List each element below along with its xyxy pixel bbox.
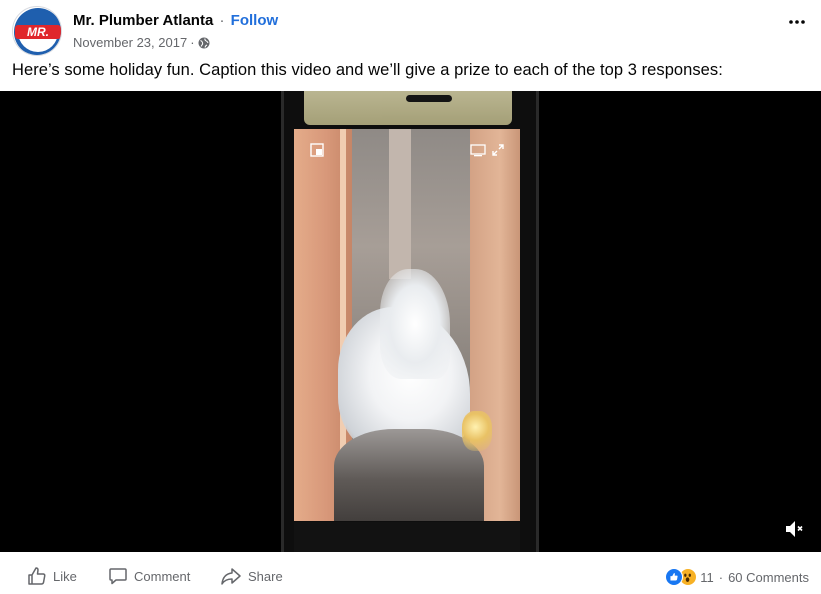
reaction-count[interactable]: 11 <box>700 570 714 585</box>
share-icon <box>221 568 241 585</box>
svg-text:MR.: MR. <box>27 25 49 39</box>
phone-bottom-bezel <box>294 522 520 552</box>
scene-wall <box>389 129 411 279</box>
post-header: MR. Mr. Plumber Atlanta · Follow Novembe… <box>0 0 821 60</box>
post-date[interactable]: November 23, 2017 <box>73 35 187 50</box>
pip-icon <box>310 143 324 157</box>
comment-icon <box>109 568 127 585</box>
scene-door-knob <box>462 411 492 451</box>
name-separator: · <box>219 12 225 29</box>
page-name-line: Mr. Plumber Atlanta · Follow <box>73 12 278 29</box>
mr-plumber-logo: MR. <box>14 8 61 55</box>
volume-muted-icon[interactable] <box>783 518 805 540</box>
post-caption: Here’s some holiday fun. Caption this vi… <box>12 61 723 79</box>
phone-speaker <box>406 95 452 102</box>
more-options-icon[interactable] <box>787 12 807 32</box>
comment-label: Comment <box>134 568 191 584</box>
like-button[interactable]: Like <box>27 566 77 586</box>
post-stats: 11 · 60 Comments <box>665 568 809 586</box>
thumbs-up-icon <box>28 567 46 585</box>
phone-bezel <box>304 91 512 125</box>
share-button[interactable]: Share <box>220 566 283 586</box>
share-label: Share <box>248 568 283 584</box>
post-meta: November 23, 2017 · <box>73 35 210 50</box>
page-name[interactable]: Mr. Plumber Atlanta <box>73 12 213 29</box>
video-player[interactable] <box>0 91 821 552</box>
scene-water-floor <box>334 429 484 521</box>
like-label: Like <box>53 568 77 584</box>
post-actions-bar: Like Comment Share 11 · 60 Comments <box>0 559 821 594</box>
like-reaction-icon[interactable] <box>665 568 684 586</box>
page-avatar[interactable]: MR. <box>12 6 62 56</box>
follow-button[interactable]: Follow <box>231 12 279 29</box>
comments-count[interactable]: 60 Comments <box>728 570 809 585</box>
cast-icon <box>470 143 486 157</box>
comment-button[interactable]: Comment <box>108 566 190 586</box>
video-frame-phone <box>281 91 539 552</box>
meta-separator: · <box>190 35 195 50</box>
expand-icon <box>491 143 505 157</box>
video-scene <box>294 129 520 521</box>
stats-separator: · <box>718 569 724 585</box>
scene-water-burst <box>380 269 450 379</box>
globe-icon <box>198 37 210 49</box>
